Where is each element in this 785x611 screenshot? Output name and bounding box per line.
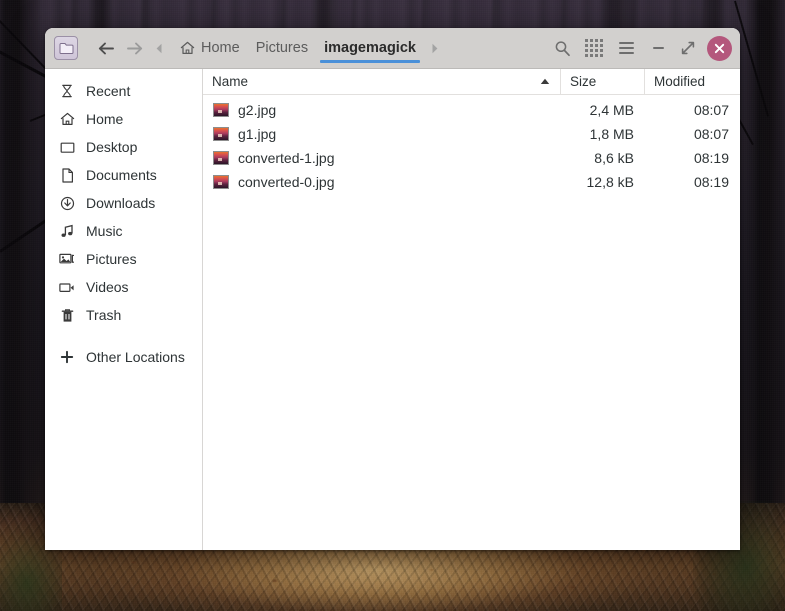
sidebar-item-label: Recent bbox=[86, 83, 131, 99]
file-size: 2,4 MB bbox=[589, 102, 634, 118]
forward-button[interactable] bbox=[120, 34, 148, 62]
file-list-header: Name Size Modified bbox=[203, 69, 740, 95]
breadcrumb-left-chevron-icon[interactable] bbox=[148, 34, 170, 62]
table-row[interactable]: g1.jpg 1,8 MB 08:07 bbox=[203, 122, 740, 146]
column-header-size[interactable]: Size bbox=[560, 69, 644, 94]
breadcrumb-label: Home bbox=[201, 40, 240, 56]
breadcrumb-item-home[interactable]: Home bbox=[172, 28, 248, 69]
minimize-button[interactable] bbox=[644, 34, 672, 62]
view-options-button[interactable] bbox=[579, 33, 609, 63]
file-name-cell: g2.jpg bbox=[203, 102, 560, 118]
column-header-name[interactable]: Name bbox=[203, 69, 560, 94]
sidebar-item-other-locations[interactable]: Other Locations bbox=[45, 343, 202, 371]
desktop-icon bbox=[59, 139, 75, 155]
sidebar-item-documents[interactable]: Documents bbox=[45, 161, 202, 189]
file-modified: 08:07 bbox=[693, 126, 729, 142]
breadcrumb-label: Pictures bbox=[255, 40, 309, 56]
picture-icon bbox=[59, 251, 75, 267]
file-modified: 08:19 bbox=[693, 150, 729, 166]
sidebar-item-label: Videos bbox=[86, 279, 129, 295]
column-header-label: Size bbox=[570, 74, 597, 89]
sidebar-item-music[interactable]: Music bbox=[45, 217, 202, 245]
grid-dots-icon bbox=[585, 39, 603, 57]
music-note-icon bbox=[59, 223, 75, 239]
search-button[interactable] bbox=[547, 33, 577, 63]
clock-history-icon bbox=[59, 83, 75, 99]
sidebar-item-label: Trash bbox=[86, 307, 122, 323]
table-row[interactable]: converted-0.jpg 12,8 kB 08:19 bbox=[203, 170, 740, 194]
back-button[interactable] bbox=[92, 34, 120, 62]
sidebar-item-trash[interactable]: Trash bbox=[45, 301, 202, 329]
home-icon bbox=[180, 41, 195, 55]
file-name-cell: converted-0.jpg bbox=[203, 174, 560, 190]
search-icon bbox=[554, 40, 571, 57]
maximize-icon bbox=[681, 41, 695, 55]
file-size: 12,8 kB bbox=[586, 174, 634, 190]
jpeg-thumbnail-icon bbox=[213, 151, 229, 165]
file-size: 1,8 MB bbox=[589, 126, 634, 142]
sidebar: Recent Home Desktop Documents Downloads … bbox=[45, 69, 203, 550]
jpeg-thumbnail-icon bbox=[213, 127, 229, 141]
sidebar-item-label: Home bbox=[86, 111, 124, 127]
window-header-bar: Home Pictures imagemagick bbox=[45, 28, 740, 69]
window-body: Recent Home Desktop Documents Downloads … bbox=[45, 69, 740, 550]
main-menu-button[interactable] bbox=[611, 33, 641, 63]
file-name: converted-1.jpg bbox=[238, 150, 335, 166]
jpeg-thumbnail-icon bbox=[213, 103, 229, 117]
sidebar-item-label: Music bbox=[86, 223, 123, 239]
table-row[interactable]: converted-1.jpg 8,6 kB 08:19 bbox=[203, 146, 740, 170]
file-name-cell: g1.jpg bbox=[203, 126, 560, 142]
file-name: g1.jpg bbox=[238, 126, 277, 142]
sidebar-item-label: Desktop bbox=[86, 139, 138, 155]
sidebar-item-recent[interactable]: Recent bbox=[45, 77, 202, 105]
download-icon bbox=[59, 195, 75, 211]
sidebar-item-downloads[interactable]: Downloads bbox=[45, 189, 202, 217]
maximize-button[interactable] bbox=[674, 34, 702, 62]
breadcrumb-item-pictures[interactable]: Pictures bbox=[248, 28, 316, 69]
column-header-label: Modified bbox=[654, 74, 706, 89]
sidebar-divider-space bbox=[45, 329, 202, 343]
sort-ascending-icon bbox=[540, 78, 550, 85]
table-row[interactable]: g2.jpg 2,4 MB 08:07 bbox=[203, 98, 740, 122]
file-modified: 08:07 bbox=[693, 102, 729, 118]
minimize-icon bbox=[652, 47, 664, 49]
file-modified: 08:19 bbox=[693, 174, 729, 190]
file-size: 8,6 kB bbox=[594, 150, 634, 166]
trash-icon bbox=[59, 307, 75, 323]
plus-icon bbox=[59, 349, 75, 365]
video-camera-icon bbox=[59, 279, 75, 295]
column-header-modified[interactable]: Modified bbox=[644, 69, 740, 94]
sidebar-item-pictures[interactable]: Pictures bbox=[45, 245, 202, 273]
home-icon bbox=[59, 111, 75, 127]
sidebar-item-home[interactable]: Home bbox=[45, 105, 202, 133]
sidebar-item-label: Documents bbox=[86, 167, 157, 183]
sidebar-item-label: Other Locations bbox=[86, 349, 185, 365]
file-list-area: Name Size Modified g2.jpg 2,4 MB 08:07 g… bbox=[203, 69, 740, 550]
jpeg-thumbnail-icon bbox=[213, 175, 229, 189]
sidebar-item-desktop[interactable]: Desktop bbox=[45, 133, 202, 161]
document-icon bbox=[59, 167, 75, 183]
breadcrumb-right-chevron-icon[interactable] bbox=[424, 34, 446, 62]
hamburger-menu-icon bbox=[618, 42, 634, 54]
folder-icon bbox=[54, 36, 78, 60]
file-name: g2.jpg bbox=[238, 102, 277, 118]
file-rows: g2.jpg 2,4 MB 08:07 g1.jpg 1,8 MB 08:07 bbox=[203, 95, 740, 550]
close-icon bbox=[714, 43, 725, 54]
sidebar-item-label: Pictures bbox=[86, 251, 137, 267]
breadcrumb-label: imagemagick bbox=[324, 40, 416, 56]
sidebar-item-label: Downloads bbox=[86, 195, 156, 211]
file-name: converted-0.jpg bbox=[238, 174, 335, 190]
breadcrumb: Home Pictures imagemagick bbox=[172, 28, 424, 69]
file-manager-window: Home Pictures imagemagick Recent Home De… bbox=[45, 28, 740, 550]
sidebar-item-videos[interactable]: Videos bbox=[45, 273, 202, 301]
column-header-label: Name bbox=[212, 74, 249, 89]
desktop-background: Home Pictures imagemagick Recent Home De… bbox=[0, 0, 785, 611]
breadcrumb-item-imagemagick[interactable]: imagemagick bbox=[316, 28, 424, 69]
close-button[interactable] bbox=[707, 35, 732, 61]
file-name-cell: converted-1.jpg bbox=[203, 150, 560, 166]
